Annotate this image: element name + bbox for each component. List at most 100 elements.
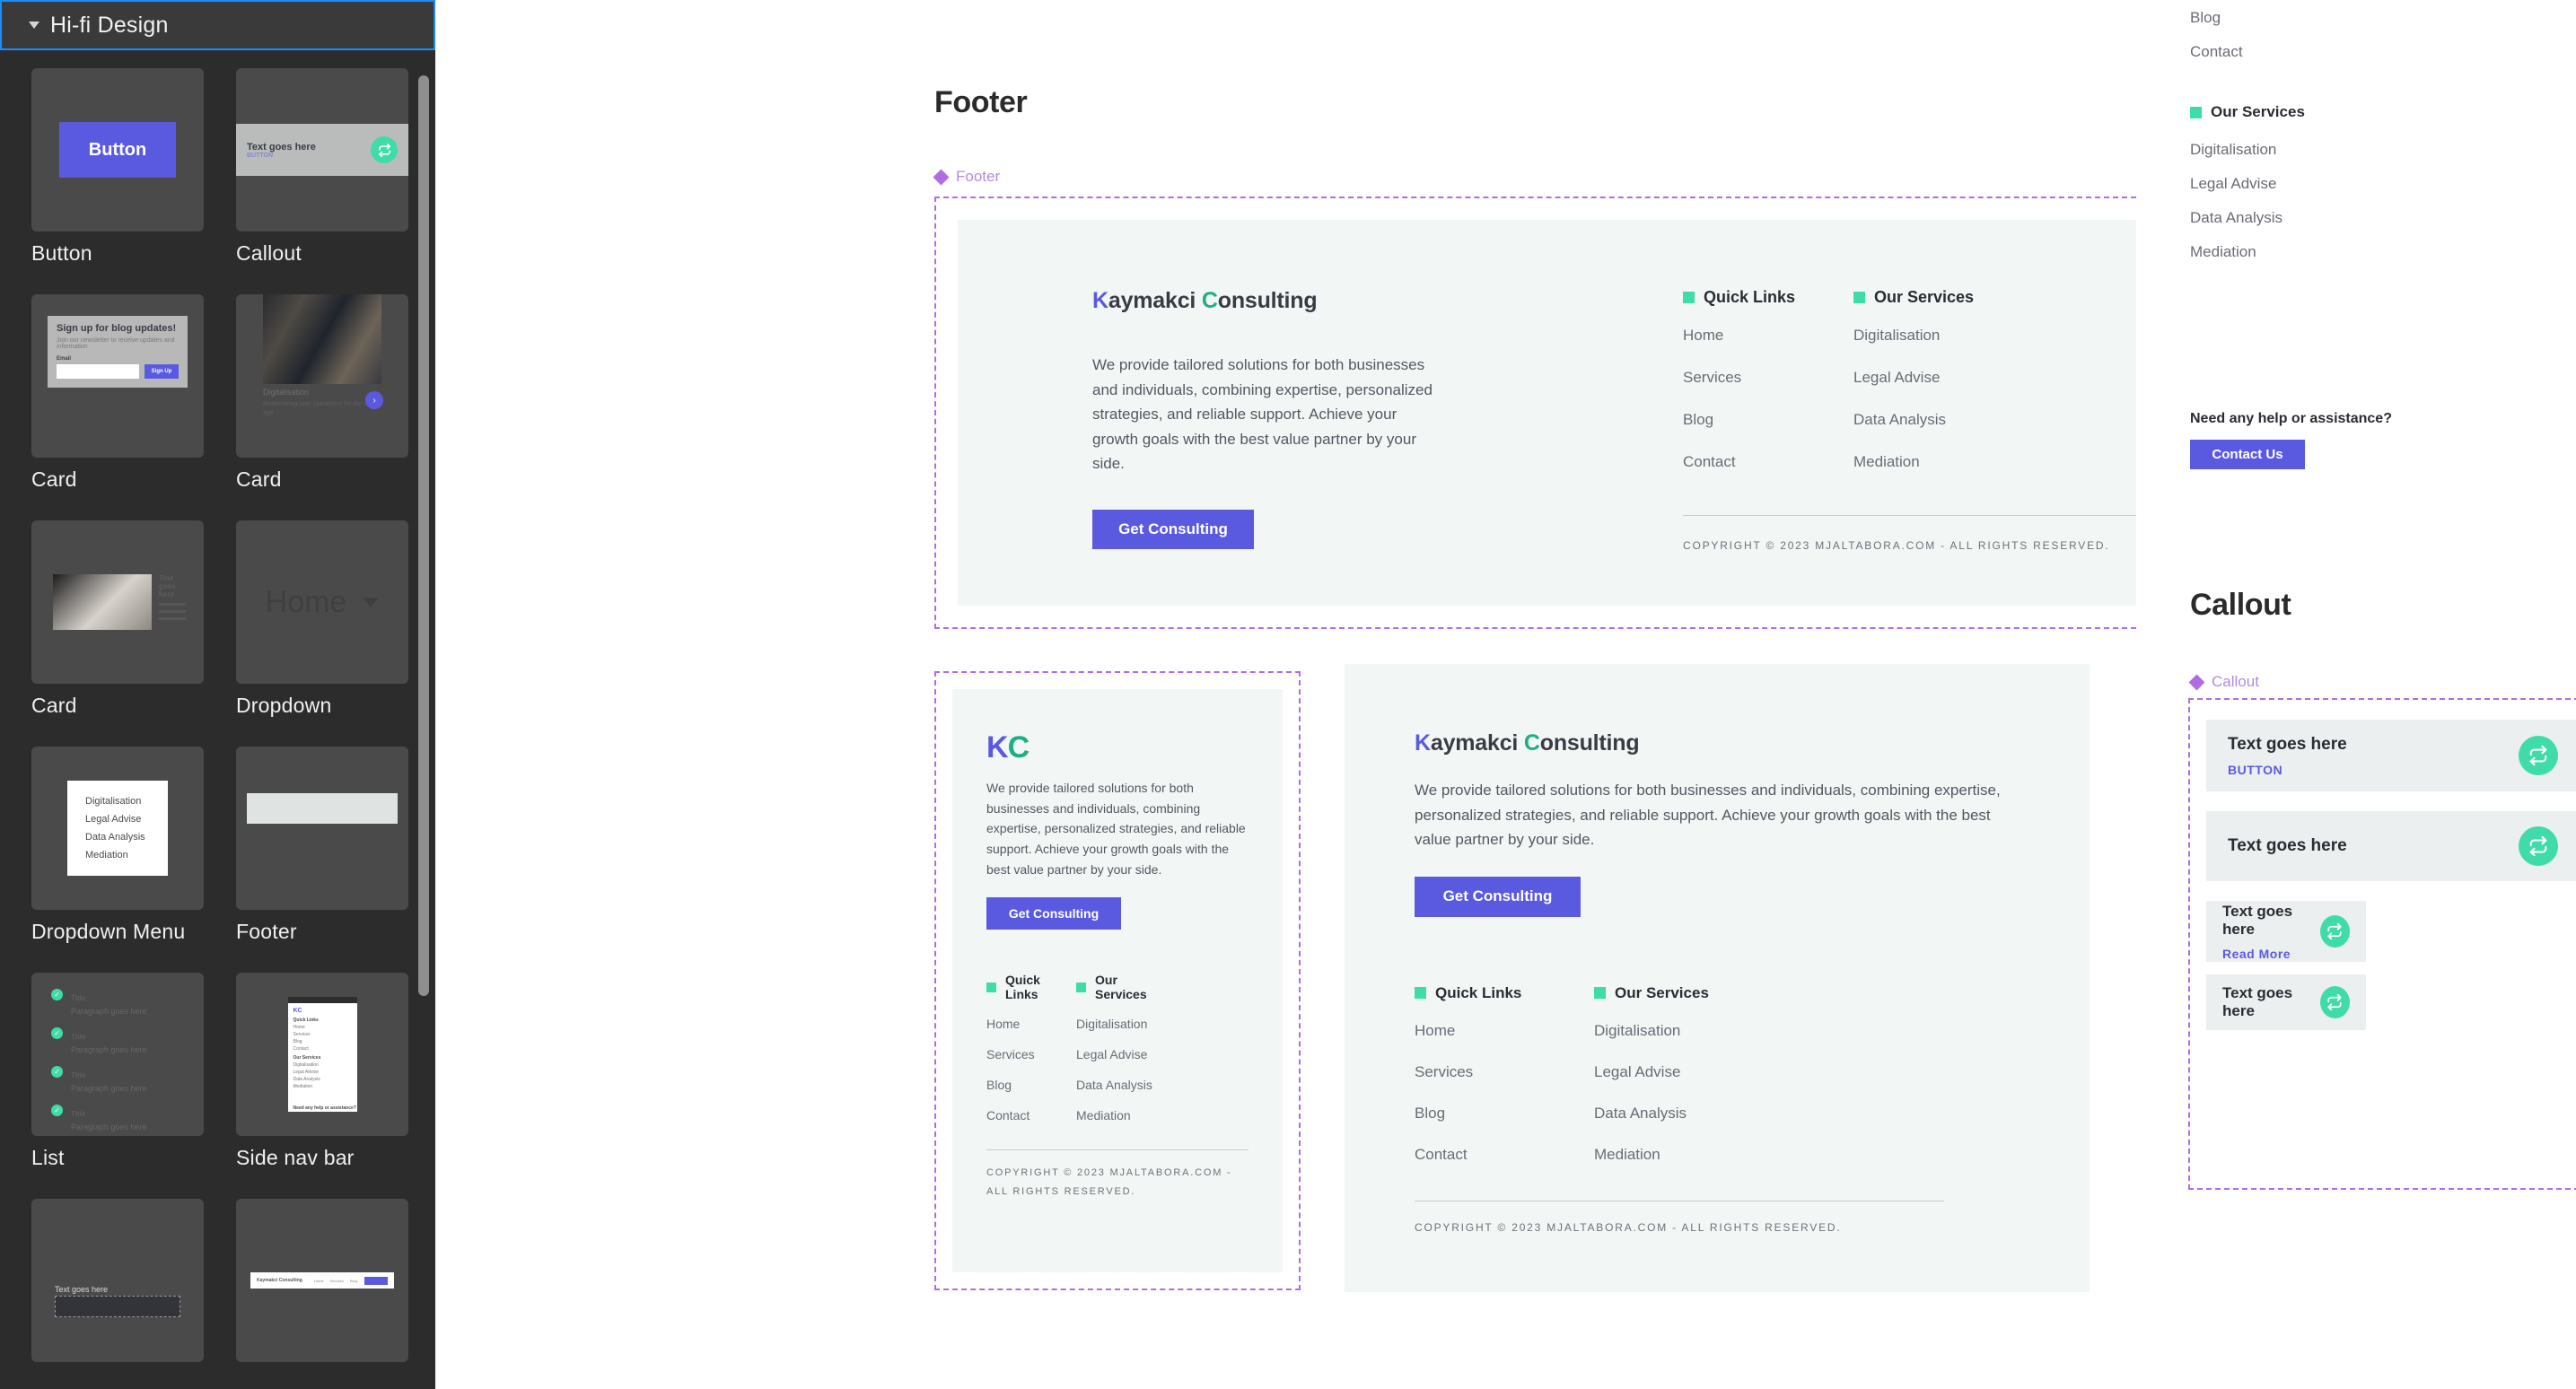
footer-link[interactable]: Legal Advise bbox=[1594, 1063, 1774, 1081]
get-consulting-button[interactable]: Get Consulting bbox=[1092, 509, 1254, 549]
sidebar-section-header[interactable]: Hi-fi Design bbox=[0, 0, 435, 50]
footer-link[interactable]: Data Analysis bbox=[1853, 411, 2024, 429]
footer-link[interactable]: Legal Advise bbox=[1853, 369, 2024, 387]
footer-link[interactable]: Digitalisation bbox=[2190, 141, 2549, 159]
thumb-signup-field-label: Email bbox=[57, 356, 72, 362]
footer-link[interactable]: Home bbox=[1415, 1022, 1594, 1040]
brand-rest2: onsulting bbox=[1217, 288, 1318, 313]
footer-link[interactable]: Services bbox=[986, 1047, 1076, 1061]
asset-item-button[interactable]: Button Button bbox=[31, 68, 204, 285]
repeat-icon[interactable] bbox=[2519, 736, 2558, 775]
brand-k: K bbox=[1092, 288, 1108, 313]
asset-item-dropdown-menu[interactable]: Digitalisation Legal Advise Data Analysi… bbox=[31, 747, 204, 964]
asset-item-input[interactable]: Text goes here bbox=[31, 1199, 204, 1382]
thumb-phone-service: Data Analysis bbox=[293, 1077, 320, 1082]
repeat-icon[interactable] bbox=[2519, 826, 2558, 866]
asset-label: Side nav bar bbox=[236, 1146, 355, 1169]
footer-link[interactable]: Blog bbox=[1415, 1105, 1594, 1123]
chevron-down-icon[interactable] bbox=[29, 22, 39, 29]
asset-item-footer[interactable]: Footer bbox=[236, 747, 408, 964]
footer-link[interactable]: Blog bbox=[1683, 411, 1853, 429]
callout-item[interactable]: Text goes here bbox=[2206, 974, 2366, 1030]
green-square-icon bbox=[1076, 982, 1086, 992]
callout-page-title: Callout bbox=[2190, 588, 2291, 622]
footer-link[interactable]: Contact bbox=[986, 1108, 1076, 1123]
thumb-line bbox=[159, 610, 186, 613]
thumbnail-callout[interactable]: Text goes here BUTTON bbox=[236, 68, 408, 232]
footer-link[interactable]: Data Analysis bbox=[2190, 209, 2549, 227]
our-services-label: Our Services bbox=[1095, 973, 1147, 1002]
get-consulting-button[interactable]: Get Consulting bbox=[986, 897, 1121, 930]
thumbnail-footer[interactable] bbox=[236, 747, 408, 910]
thumbnail-button[interactable]: Button bbox=[31, 68, 204, 232]
thumbnail-list[interactable]: ✓ Title Paragraph goes here ✓ Title Paragrap… bbox=[31, 973, 204, 1136]
footer-link[interactable]: Legal Advise bbox=[2190, 175, 2549, 193]
thumbnail-card-signup[interactable]: Sign up for blog updates! Join our newsl… bbox=[31, 294, 204, 458]
footer-link[interactable]: Mediation bbox=[1594, 1146, 1774, 1164]
asset-item-dropdown[interactable]: Home Dropdown bbox=[236, 520, 408, 738]
thumb-footer-preview bbox=[247, 793, 398, 824]
list-item-text: Paragraph goes here bbox=[71, 1123, 147, 1131]
thumb-callout-body: Text goes here BUTTON bbox=[236, 124, 408, 176]
footer-link[interactable]: Blog bbox=[986, 1078, 1076, 1092]
callout-text: Text goes here bbox=[2228, 734, 2347, 754]
footer-link[interactable]: Data Analysis bbox=[1594, 1105, 1774, 1123]
callout-item[interactable]: Text goes here Read More bbox=[2206, 901, 2366, 962]
get-consulting-button[interactable]: Get Consulting bbox=[1415, 876, 1581, 917]
callout-action-link[interactable]: Read More bbox=[2222, 947, 2320, 961]
component-tag-callout[interactable]: Callout bbox=[2188, 673, 2259, 691]
footer-link[interactable]: Digitalisation bbox=[1076, 1017, 1166, 1031]
thumbnail-card-horizontal[interactable]: Text goes here bbox=[31, 520, 204, 684]
repeat-icon[interactable] bbox=[2319, 915, 2350, 948]
thumb-phone-quick-links: Quick Links bbox=[293, 1018, 319, 1023]
asset-item-card-signup[interactable]: Sign up for blog updates! Join our newsl… bbox=[31, 294, 204, 511]
footer-link[interactable]: Home bbox=[986, 1017, 1076, 1031]
thumbnail-input[interactable]: Text goes here bbox=[31, 1199, 204, 1362]
footer-link[interactable]: Services bbox=[1683, 369, 1853, 387]
asset-item-side-nav-bar[interactable]: KC Quick Links Home Services Blog Contac… bbox=[236, 973, 408, 1190]
footer-link[interactable]: Data Analysis bbox=[1076, 1078, 1166, 1092]
thumbnail-side-nav-bar[interactable]: KC Quick Links Home Services Blog Contac… bbox=[236, 973, 408, 1136]
callout-action-link[interactable]: BUTTON bbox=[2228, 763, 2347, 777]
footer-link[interactable]: Legal Advise bbox=[1076, 1047, 1166, 1061]
footer-link[interactable]: Contact bbox=[1415, 1146, 1594, 1164]
list-item-text: Paragraph goes here bbox=[71, 1084, 147, 1093]
footer-link[interactable]: Blog bbox=[2190, 9, 2549, 27]
asset-item-card-photo[interactable]: Digitalisation Modernizing your operatio… bbox=[236, 294, 408, 511]
our-services-label: Our Services bbox=[1874, 288, 1975, 306]
footer-link[interactable]: Digitalisation bbox=[1853, 327, 2024, 345]
thumb-menu-item: Legal Advise bbox=[85, 814, 142, 825]
small-footer-component: KC We provide tailored solutions for bot… bbox=[952, 689, 1283, 1272]
medium-footer-component: Kaymakci Consulting We provide tailored … bbox=[1345, 664, 2090, 1292]
thumbnail-nav-bar[interactable]: Kaymakci Consulting Home Services Blog bbox=[236, 1199, 408, 1362]
footer-link[interactable]: Contact bbox=[2190, 43, 2549, 61]
quick-links-heading: Quick Links bbox=[1415, 984, 1594, 1002]
thumb-navbar-cta bbox=[364, 1276, 388, 1285]
callout-item[interactable]: Text goes here bbox=[2206, 811, 2576, 881]
thumbnail-card-photo[interactable]: Digitalisation Modernizing your operatio… bbox=[236, 294, 408, 458]
asset-label: Footer bbox=[236, 920, 297, 943]
thumbnail-dropdown-menu[interactable]: Digitalisation Legal Advise Data Analysi… bbox=[31, 747, 204, 910]
callout-text: Text goes here bbox=[2228, 836, 2347, 855]
sidebar-scrollbar-thumb[interactable] bbox=[418, 75, 429, 996]
footer-link[interactable]: Contact bbox=[1683, 453, 1853, 471]
brand-logo: Kaymakci Consulting bbox=[1415, 730, 2020, 756]
thumbnail-dropdown[interactable]: Home bbox=[236, 520, 408, 684]
quick-links-label: Quick Links bbox=[1704, 288, 1796, 306]
footer-link[interactable]: Digitalisation bbox=[1594, 1022, 1774, 1040]
contact-us-button[interactable]: Contact Us bbox=[2190, 440, 2305, 469]
footer-link[interactable]: Mediation bbox=[1076, 1108, 1166, 1123]
repeat-icon[interactable] bbox=[2319, 986, 2350, 1018]
callout-item[interactable]: Text goes here BUTTON bbox=[2206, 720, 2576, 791]
footer-link[interactable]: Mediation bbox=[2190, 243, 2549, 261]
asset-item-list[interactable]: ✓ Title Paragraph goes here ✓ Title Paragrap… bbox=[31, 973, 204, 1190]
asset-item-card-horizontal[interactable]: Text goes here Card bbox=[31, 520, 204, 738]
footer-link[interactable]: Services bbox=[1415, 1063, 1594, 1081]
asset-item-nav-bar[interactable]: Kaymakci Consulting Home Services Blog bbox=[236, 1199, 408, 1382]
thumb-callout-text: Text goes here bbox=[247, 141, 316, 153]
thumb-card-text: Text goes here bbox=[159, 574, 186, 620]
footer-link[interactable]: Mediation bbox=[1853, 453, 2024, 471]
assets-sidebar: Hi-fi Design Button Button Text goes her… bbox=[0, 0, 435, 1389]
asset-item-callout[interactable]: Text goes here BUTTON Callout bbox=[236, 68, 408, 285]
footer-link[interactable]: Home bbox=[1683, 327, 1853, 345]
